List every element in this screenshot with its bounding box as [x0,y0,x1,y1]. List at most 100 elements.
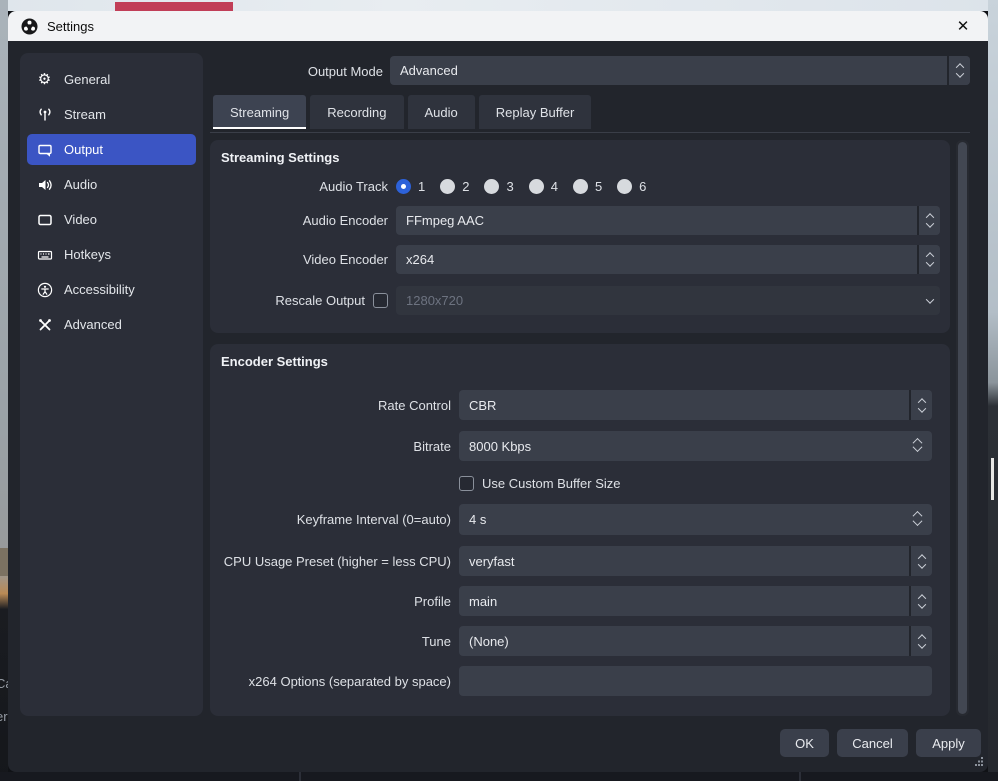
tune-select[interactable]: (None) [459,626,932,656]
x264-options-input[interactable] [459,666,932,696]
window-title: Settings [47,19,94,34]
monitor-icon [36,211,53,228]
rescale-output-checkbox[interactable] [373,293,388,308]
rate-control-select[interactable]: CBR [459,390,932,420]
settings-dialog: ⚙ General Stream [8,41,988,772]
desktop-background-right [988,0,998,781]
cancel-button[interactable]: Cancel [837,729,908,757]
audio-track-label: Audio Track [210,179,396,194]
resize-grip-icon[interactable] [975,754,984,769]
dropdown-spinner-icon[interactable] [909,586,932,616]
profile-select[interactable]: main [459,586,932,616]
cpu-preset-select[interactable]: veryfast [459,546,932,576]
custom-buffer-checkbox[interactable] [459,476,474,491]
keyframe-interval-label: Keyframe Interval (0=auto) [210,512,459,527]
sidebar-item-general[interactable]: ⚙ General [27,64,196,95]
cpu-preset-label: CPU Usage Preset (higher = less CPU) [210,554,459,569]
audio-track-1[interactable]: 1 [396,179,425,194]
output-mode-select[interactable]: Advanced [390,56,970,85]
tabbar-divider [210,132,970,133]
rescale-output-combobox[interactable]: 1280x720 [396,286,940,315]
dropdown-spinner-icon[interactable] [909,626,932,656]
obs-main-window-strip [0,772,998,781]
dropdown-spinner-icon[interactable] [909,390,932,420]
keyboard-icon [36,246,53,263]
sidebar-item-advanced[interactable]: Advanced [27,309,196,340]
background-photo-sliver [991,458,994,500]
sidebar-item-stream[interactable]: Stream [27,99,196,130]
radio-icon[interactable] [617,179,632,194]
radio-label: 3 [506,179,513,194]
titlebar[interactable]: Settings ✕ [8,11,988,41]
keyframe-interval-spinbox[interactable]: 4 s [459,504,932,535]
encoder-settings-panel: Encoder Settings Rate Control CBR Bitrat… [210,344,950,716]
sidebar-item-label: Stream [64,107,106,122]
custom-buffer-row[interactable]: Use Custom Buffer Size [459,476,620,491]
tab-replay-buffer[interactable]: Replay Buffer [479,95,592,129]
radio-label: 4 [551,179,558,194]
tab-label: Recording [327,105,386,120]
sidebar-item-audio[interactable]: Audio [27,169,196,200]
tab-audio[interactable]: Audio [408,95,475,129]
radio-icon[interactable] [529,179,544,194]
streaming-settings-title: Streaming Settings [221,150,339,165]
x264-options-label: x264 Options (separated by space) [210,674,459,689]
scrollbar-thumb[interactable] [958,142,967,714]
sidebar-item-label: Output [64,142,103,157]
bitrate-spinbox[interactable]: 8000 Kbps [459,431,932,461]
ok-button[interactable]: OK [780,729,829,757]
tab-recording[interactable]: Recording [310,95,403,129]
audio-encoder-label: Audio Encoder [210,213,396,228]
sidebar-item-output[interactable]: Output [27,134,196,165]
rescale-output-label: Rescale Output [275,293,365,308]
radio-icon[interactable] [573,179,588,194]
spin-down-icon[interactable] [913,516,923,526]
radio-label: 1 [418,179,425,194]
profile-label: Profile [210,594,459,609]
tab-label: Audio [425,105,458,120]
speaker-icon [36,176,53,193]
radio-selected-icon[interactable] [396,179,411,194]
dropdown-spinner-icon[interactable] [909,546,932,576]
audio-encoder-select[interactable]: FFmpeg AAC [396,206,940,235]
tab-streaming[interactable]: Streaming [213,95,306,129]
sidebar-item-label: Accessibility [64,282,135,297]
content-scrollbar[interactable] [956,140,969,716]
sidebar-item-accessibility[interactable]: Accessibility [27,274,196,305]
video-encoder-label: Video Encoder [210,252,396,267]
sidebar-item-video[interactable]: Video [27,204,196,235]
dropdown-spinner-icon[interactable] [947,56,970,85]
background-red-bar [115,2,233,11]
background-divider [799,772,801,781]
tab-label: Streaming [230,105,289,120]
screen-share-icon [36,141,53,158]
dropdown-spinner-icon[interactable] [917,206,940,235]
audio-track-6[interactable]: 6 [617,179,646,194]
audio-track-3[interactable]: 3 [484,179,513,194]
radio-icon[interactable] [440,179,455,194]
output-mode-label: Output Mode [210,57,383,86]
audio-track-2[interactable]: 2 [440,179,469,194]
background-photo-fragment [0,548,8,576]
audio-track-4[interactable]: 4 [529,179,558,194]
video-encoder-select[interactable]: x264 [396,245,940,274]
radio-icon[interactable] [484,179,499,194]
audio-track-5[interactable]: 5 [573,179,602,194]
bitrate-value: 8000 Kbps [469,439,531,454]
accessibility-icon [36,281,53,298]
close-icon[interactable]: ✕ [946,11,980,41]
chevron-down-icon[interactable] [919,286,940,315]
output-mode-value: Advanced [400,63,458,78]
radio-label: 6 [639,179,646,194]
rate-control-value: CBR [469,398,496,413]
apply-button[interactable]: Apply [916,729,981,757]
tune-value: (None) [469,634,509,649]
sidebar-item-hotkeys[interactable]: Hotkeys [27,239,196,270]
audio-encoder-value: FFmpeg AAC [406,213,484,228]
dropdown-spinner-icon[interactable] [917,245,940,274]
cpu-preset-value: veryfast [469,554,515,569]
sidebar-item-label: Advanced [64,317,122,332]
screen: Ca er Settings ✕ ⚙ General [0,0,998,781]
streaming-settings-panel: Streaming Settings Audio Track 1 2 3 4 5… [210,140,950,333]
sidebar-item-label: Audio [64,177,97,192]
